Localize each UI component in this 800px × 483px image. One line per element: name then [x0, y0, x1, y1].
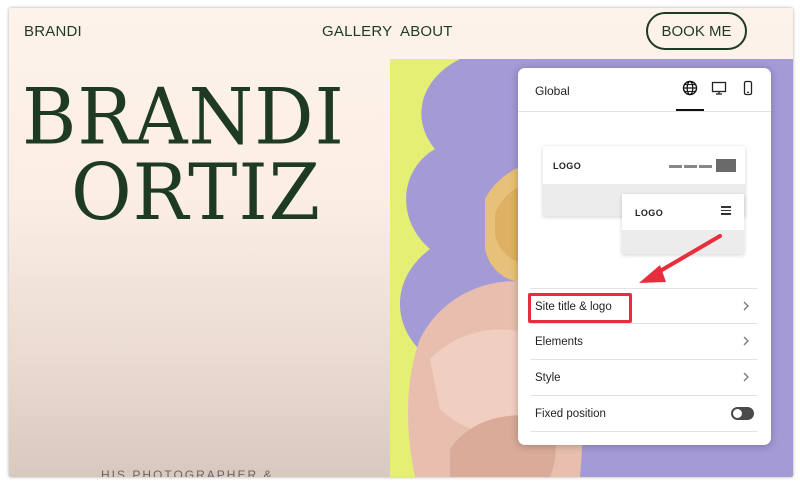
annotation-arrow [639, 234, 722, 283]
